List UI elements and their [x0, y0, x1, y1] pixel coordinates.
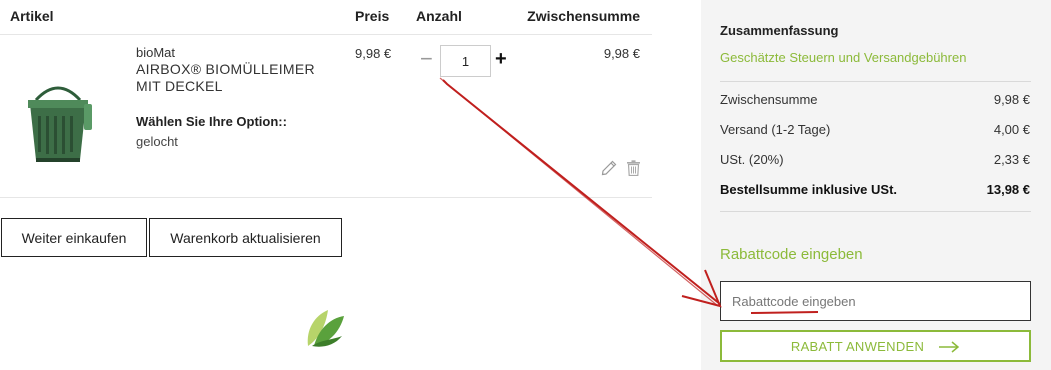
- quantity-input[interactable]: [440, 45, 491, 77]
- summary-row-label: Versand (1-2 Tage): [720, 122, 831, 137]
- order-summary-panel: Zusammenfassung Geschätzte Steuern und V…: [701, 0, 1051, 370]
- summary-row-order-total: Bestellsumme inklusive USt. 13,98 €: [720, 182, 1031, 197]
- product-brand: bioMat: [136, 45, 176, 60]
- pencil-icon[interactable]: [601, 160, 617, 176]
- summary-divider: [720, 211, 1031, 212]
- quantity-decrease-button[interactable]: −: [420, 48, 433, 70]
- item-price: 9,98 €: [355, 46, 392, 61]
- arrow-right-icon: [939, 341, 960, 353]
- option-label: Wählen Sie Ihre Option::: [136, 114, 287, 129]
- column-header-anzahl: Anzahl: [416, 8, 462, 24]
- cart-item-row: bioMat AIRBOX® BIOMÜLLEIMER MIT DECKEL W…: [0, 36, 652, 198]
- leaf-logo-icon: [307, 310, 344, 347]
- item-subtotal: 9,98 €: [603, 46, 640, 61]
- summary-row-shipping: Versand (1-2 Tage) 4,00 €: [720, 122, 1031, 137]
- summary-row-label: Bestellsumme inklusive USt.: [720, 182, 898, 197]
- summary-row-subtotal: Zwischensumme 9,98 €: [720, 92, 1031, 107]
- update-cart-button[interactable]: Warenkorb aktualisieren: [149, 218, 342, 257]
- summary-row-value: 2,33 €: [993, 152, 1030, 167]
- apply-discount-label: RABATT ANWENDEN: [790, 338, 925, 354]
- quantity-increase-button[interactable]: +: [495, 48, 507, 70]
- product-image[interactable]: [22, 74, 94, 166]
- summary-title: Zusammenfassung: [720, 23, 839, 38]
- option-value: gelocht: [136, 134, 178, 149]
- discount-code-toggle[interactable]: Rabattcode eingeben: [720, 246, 863, 263]
- estimate-tax-shipping-link[interactable]: Geschätzte Steuern und Versandgebühren: [720, 50, 966, 65]
- trash-icon[interactable]: [626, 160, 641, 176]
- summary-row-value: 4,00 €: [993, 122, 1030, 137]
- cart-table-header: Artikel Preis Anzahl Zwischensumme: [0, 0, 652, 35]
- summary-row-tax: USt. (20%) 2,33 €: [720, 152, 1031, 167]
- apply-discount-button[interactable]: RABATT ANWENDEN: [720, 330, 1031, 362]
- summary-row-label: USt. (20%): [720, 152, 784, 167]
- column-header-artikel: Artikel: [10, 8, 54, 24]
- summary-row-label: Zwischensumme: [720, 92, 818, 107]
- summary-divider: [720, 81, 1031, 82]
- summary-row-value: 9,98 €: [993, 92, 1030, 107]
- product-name[interactable]: AIRBOX® BIOMÜLLEIMER MIT DECKEL: [136, 61, 336, 95]
- discount-code-input[interactable]: [720, 281, 1031, 321]
- column-header-zwischensumme: Zwischensumme: [527, 8, 640, 24]
- summary-row-value: 13,98 €: [986, 182, 1030, 197]
- continue-shopping-button[interactable]: Weiter einkaufen: [1, 218, 147, 257]
- column-header-preis: Preis: [355, 8, 390, 24]
